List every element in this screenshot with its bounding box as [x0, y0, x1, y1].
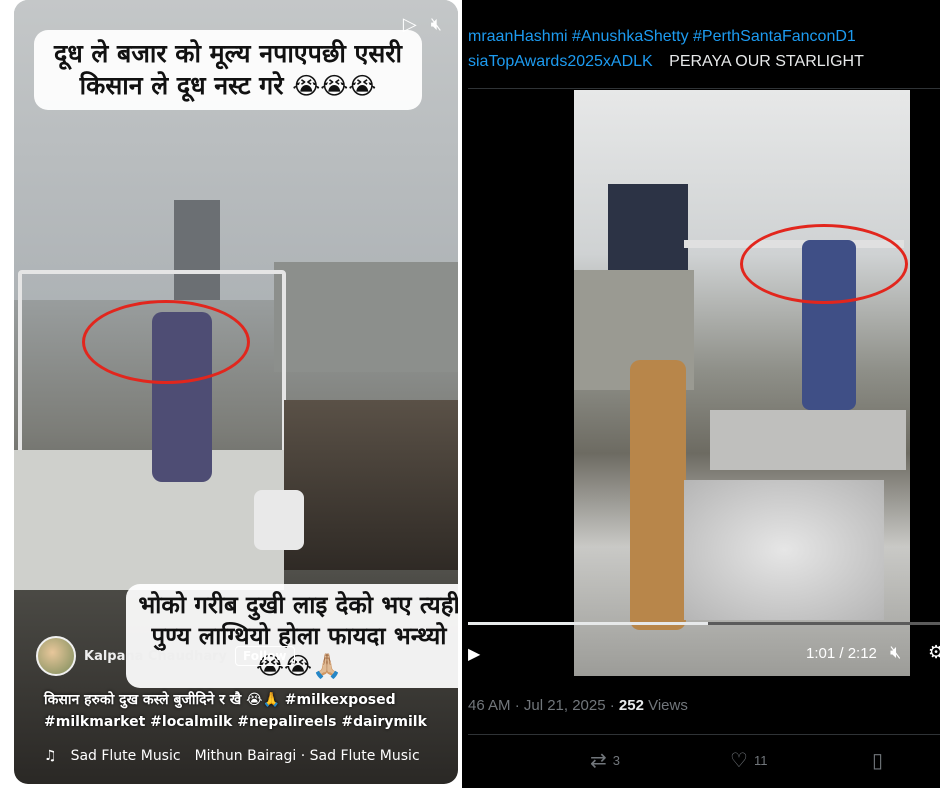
tweet-hashtags-line-2: siaTopAwards2025xADLK PERAYA OUR STARLIG… [468, 53, 864, 71]
like-button[interactable]: ♡ 11 [730, 748, 767, 773]
tweet-hashtags-line-1: mraanHashmi #AnushkaShetty #PerthSantaFa… [468, 28, 856, 46]
retweet-button[interactable]: ⇄ 3 [590, 748, 620, 773]
tweet-text: PERAYA OUR STARLIGHT [669, 53, 864, 70]
author-name[interactable]: Kalpana Chaudhary [84, 649, 227, 664]
crowd [284, 400, 458, 570]
play-icon[interactable]: ▷ [403, 14, 417, 35]
tweet-timestamp[interactable]: 46 AM · Jul 21, 2025 · [468, 697, 619, 714]
heart-icon: ♡ [730, 750, 748, 772]
tweet-video[interactable] [574, 90, 910, 676]
truck-bed [14, 450, 284, 590]
video-progress-bar[interactable] [468, 622, 940, 625]
caption-top: दूध ले बजार को मूल्य नपाएपछी एसरी किसान … [34, 30, 422, 110]
milk-can [254, 490, 304, 550]
like-count: 11 [753, 753, 768, 768]
right-screenshot: mraanHashmi #AnushkaShetty #PerthSantaFa… [462, 0, 940, 788]
building [274, 262, 458, 372]
hashtags-line[interactable]: #milkmarket #localmilk #nepalireels #dai… [44, 714, 427, 730]
left-screenshot: दूध ले बजार को मूल्य नपाएपछी एसरी किसान … [0, 0, 462, 788]
video-timestamp: 1:01 / 2:12 [806, 645, 877, 662]
music-note-icon: ♫ [44, 748, 57, 764]
video-controls-top: ▷ 🔇︎ [403, 14, 442, 35]
mute-icon[interactable]: 🔇︎ [431, 14, 442, 35]
description-line: किसान हरुको दुख कस्ले बुजीदिने र खै 😭🙏 #… [44, 692, 396, 708]
video-progress-fill [468, 622, 708, 625]
tweet-meta: 46 AM · Jul 21, 2025 · 252 Views [468, 697, 688, 714]
divider [468, 88, 940, 89]
reel-video[interactable]: दूध ले बजार को मूल्य नपाएपछी एसरी किसान … [14, 0, 458, 784]
play-icon[interactable]: ▶ [468, 644, 480, 664]
hashtag[interactable]: mraanHashmi [468, 28, 568, 45]
truck-bed [710, 410, 906, 470]
avatar[interactable] [36, 636, 76, 676]
retweet-icon: ⇄ [590, 750, 607, 772]
red-highlight-circle [82, 300, 250, 384]
mute-icon[interactable]: 🔇︎ [890, 642, 901, 663]
views-count: 252 [618, 697, 644, 714]
music-title: Sad Flute Music [70, 748, 181, 764]
music-artist: Mithun Bairagi · Sad Flute Music [194, 748, 420, 764]
bookmark-icon: ▯ [872, 750, 884, 772]
crying-emoji: 😭😭😭 [292, 72, 377, 100]
author-row: Kalpana Chaudhary Follow [36, 636, 295, 676]
hashtag[interactable]: #AnushkaShetty [572, 28, 689, 45]
settings-icon[interactable]: ⚙ [928, 642, 940, 663]
music-row[interactable]: ♫ Sad Flute Music Mithun Bairagi · Sad F… [44, 748, 420, 764]
tweet-actions: ⇄ 3 ♡ 11 ▯ [462, 748, 940, 772]
man-standing [630, 360, 686, 630]
retweet-count: 3 [612, 753, 620, 768]
red-highlight-circle [740, 224, 908, 304]
billboard [608, 184, 688, 274]
follow-button[interactable]: Follow [234, 646, 295, 666]
hashtag[interactable]: #PerthSantaFanconD1 [693, 28, 856, 45]
milk-cans [684, 480, 884, 620]
hashtag[interactable]: siaTopAwards2025xADLK [468, 53, 653, 70]
bookmark-button[interactable]: ▯ [872, 748, 883, 773]
views-label: Views [643, 697, 688, 714]
divider [468, 734, 940, 735]
